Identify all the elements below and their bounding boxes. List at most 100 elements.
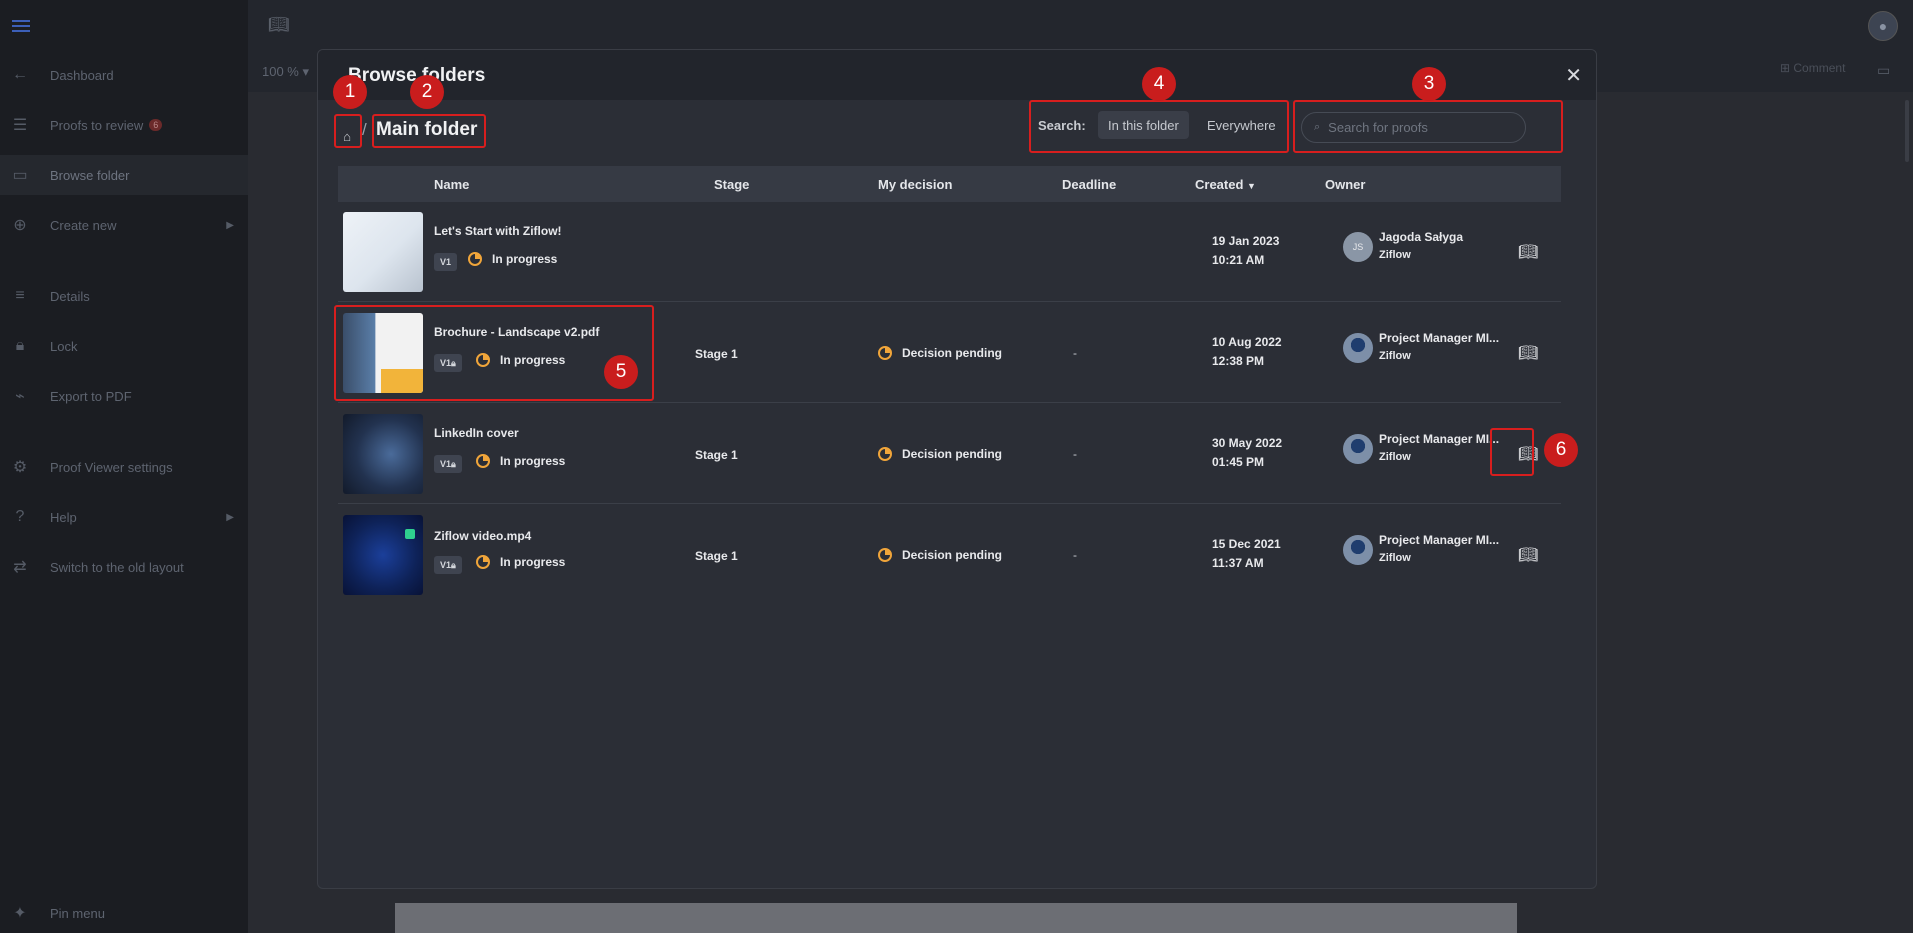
- modal-header: Browse folders ✕: [318, 50, 1596, 100]
- version-label: V1: [440, 358, 452, 368]
- stage: Stage 1: [695, 549, 738, 563]
- owner-name: Project Manager MI...: [1379, 533, 1500, 547]
- folder-icon: ▭: [12, 167, 28, 184]
- open-proof-book-icon[interactable]: 📖︎: [1518, 242, 1538, 262]
- owner-name: Project Manager MI...: [1379, 432, 1500, 446]
- open-proof-book-icon[interactable]: 📖︎: [1518, 545, 1538, 565]
- table-row[interactable]: Brochure - Landscape v2.pdf V1 🔒︎ In pro…: [338, 303, 1561, 403]
- avatar: JS: [1343, 232, 1373, 262]
- column-stage[interactable]: Stage: [714, 177, 749, 192]
- proof-name[interactable]: Ziflow video.mp4: [434, 529, 531, 543]
- proof-thumbnail[interactable]: [343, 212, 423, 292]
- proof-thumbnail[interactable]: [343, 313, 423, 393]
- column-owner[interactable]: Owner: [1325, 177, 1365, 192]
- marker-2: 2: [410, 75, 444, 109]
- proof-thumbnail[interactable]: [343, 515, 423, 595]
- open-proof-book-icon[interactable]: 📖︎: [1518, 343, 1538, 363]
- sidebar-item-label: Dashboard: [50, 67, 114, 83]
- proof-name[interactable]: Brochure - Landscape v2.pdf: [434, 325, 599, 339]
- deadline: -: [1073, 447, 1077, 461]
- sidebar-item-create-new[interactable]: ⊕ Create new ▶: [0, 205, 248, 245]
- comment-label: Comment: [1793, 61, 1846, 75]
- caret-right-icon: ▶: [226, 511, 234, 523]
- table-row[interactable]: LinkedIn cover V1 🔒︎ In progress Stage 1…: [338, 404, 1561, 504]
- marker-4: 4: [1142, 67, 1176, 101]
- sidebar-item-label: Help: [50, 509, 77, 525]
- proof-name[interactable]: LinkedIn cover: [434, 426, 519, 440]
- sidebar-item-label: Switch to the old layout: [50, 559, 184, 575]
- switch-icon: ⇄: [13, 559, 27, 576]
- sidebar-item-label: Create new: [50, 217, 117, 233]
- user-avatar[interactable]: ●: [1868, 11, 1898, 41]
- decision-label: Decision pending: [902, 548, 1003, 562]
- search-scope-in-folder[interactable]: In this folder: [1098, 111, 1189, 139]
- created-date: 19 Jan 2023 10:21 AM: [1212, 232, 1279, 270]
- table-row[interactable]: Ziflow video.mp4 V1 🔒︎ In progress Stage…: [338, 505, 1561, 605]
- created-time: 10:21 AM: [1212, 253, 1265, 267]
- canvas-page-preview: [395, 903, 1517, 933]
- checklist-icon: ☰: [12, 117, 28, 134]
- thumbnail-accent: [381, 369, 423, 393]
- column-name[interactable]: Name: [434, 177, 469, 192]
- sidebar-item-browse-folder[interactable]: ▭ Browse folder: [0, 155, 248, 195]
- in-progress-icon: [468, 252, 482, 266]
- sidebar-item-dashboard[interactable]: ← Dashboard: [0, 55, 248, 95]
- table-row[interactable]: Let's Start with Ziflow! V1 In progress …: [338, 202, 1561, 302]
- marker-6: 6: [1544, 433, 1578, 467]
- home-icon[interactable]: ⌂: [338, 123, 356, 149]
- sidebar-item-switch-layout[interactable]: ⇄ Switch to the old layout: [0, 547, 248, 587]
- created-time: 01:45 PM: [1212, 455, 1265, 469]
- sidebar-item-proofs-to-review[interactable]: ☰ Proofs to review 6: [0, 105, 248, 145]
- search-input[interactable]: [1328, 120, 1509, 135]
- comment-panel-icon[interactable]: ▭: [1877, 62, 1890, 79]
- search-scope-everywhere[interactable]: Everywhere: [1201, 111, 1282, 139]
- owner: Project Manager MI... Ziflow: [1343, 531, 1499, 567]
- created-day: 10 Aug 2022: [1212, 335, 1282, 349]
- created-date: 10 Aug 2022 12:38 PM: [1212, 333, 1282, 371]
- stage: Stage 1: [695, 347, 738, 361]
- status: In progress: [476, 353, 565, 367]
- created-day: 15 Dec 2021: [1212, 537, 1281, 551]
- status: In progress: [468, 252, 557, 266]
- arrow-left-icon: ←: [12, 66, 28, 83]
- avatar: [1343, 333, 1373, 363]
- marker-5: 5: [604, 355, 638, 389]
- version-badge: V1: [434, 253, 458, 271]
- column-deadline[interactable]: Deadline: [1062, 177, 1116, 192]
- sidebar: ← Dashboard ☰ Proofs to review 6 ▭ Browse fo…: [0, 0, 248, 933]
- book-open-icon[interactable]: 📖︎: [268, 15, 290, 35]
- lock-icon: 🔒︎: [15, 337, 25, 354]
- lock-icon: 🔒︎: [451, 458, 456, 469]
- zoom-value: 100 %: [262, 64, 299, 79]
- open-proof-book-icon[interactable]: 📖︎: [1518, 444, 1538, 464]
- hamburger-menu-icon[interactable]: [12, 20, 30, 32]
- sidebar-item-label: Proofs to review: [50, 117, 144, 133]
- proof-name[interactable]: Let's Start with Ziflow!: [434, 224, 562, 238]
- sidebar-item-proof-viewer-settings[interactable]: ⚙ Proof Viewer settings: [0, 447, 248, 487]
- column-decision[interactable]: My decision: [878, 177, 952, 192]
- sidebar-item-label: Export to PDF: [50, 388, 132, 404]
- breadcrumb-current-folder[interactable]: Main folder: [376, 119, 477, 141]
- marker-1: 1: [333, 75, 367, 109]
- lock-icon: 🔒︎: [451, 357, 456, 368]
- owner: JS Jagoda Sałyga Ziflow: [1343, 228, 1463, 264]
- comment-button[interactable]: ⊞ Comment: [1780, 61, 1845, 75]
- status: In progress: [476, 555, 565, 569]
- pin-menu-button[interactable]: ✦ Pin menu: [0, 893, 248, 933]
- proof-thumbnail[interactable]: [343, 414, 423, 494]
- sidebar-item-lock[interactable]: 🔒︎ Lock: [0, 326, 248, 366]
- browse-folders-modal: Browse folders ✕ ⌂ / Main folder Search:…: [317, 49, 1597, 889]
- version-badge: V1 🔒︎: [434, 455, 462, 473]
- sidebar-item-help[interactable]: ? Help ▶: [0, 497, 248, 537]
- search-label: Search:: [1038, 118, 1086, 133]
- owner-org: Ziflow: [1379, 350, 1411, 362]
- vertical-scrollbar[interactable]: [1905, 100, 1909, 162]
- owner-name: Project Manager MI...: [1379, 331, 1500, 345]
- sidebar-item-export-pdf[interactable]: ⌁ Export to PDF: [0, 376, 248, 416]
- sidebar-item-label: Browse folder: [50, 167, 130, 183]
- search-field[interactable]: ⌕: [1301, 112, 1526, 143]
- sidebar-item-details[interactable]: ≡ Details: [0, 276, 248, 316]
- close-icon[interactable]: ✕: [1565, 63, 1582, 88]
- zoom-select[interactable]: 100 % ▾: [262, 64, 309, 80]
- column-created[interactable]: Created ▼: [1195, 177, 1256, 192]
